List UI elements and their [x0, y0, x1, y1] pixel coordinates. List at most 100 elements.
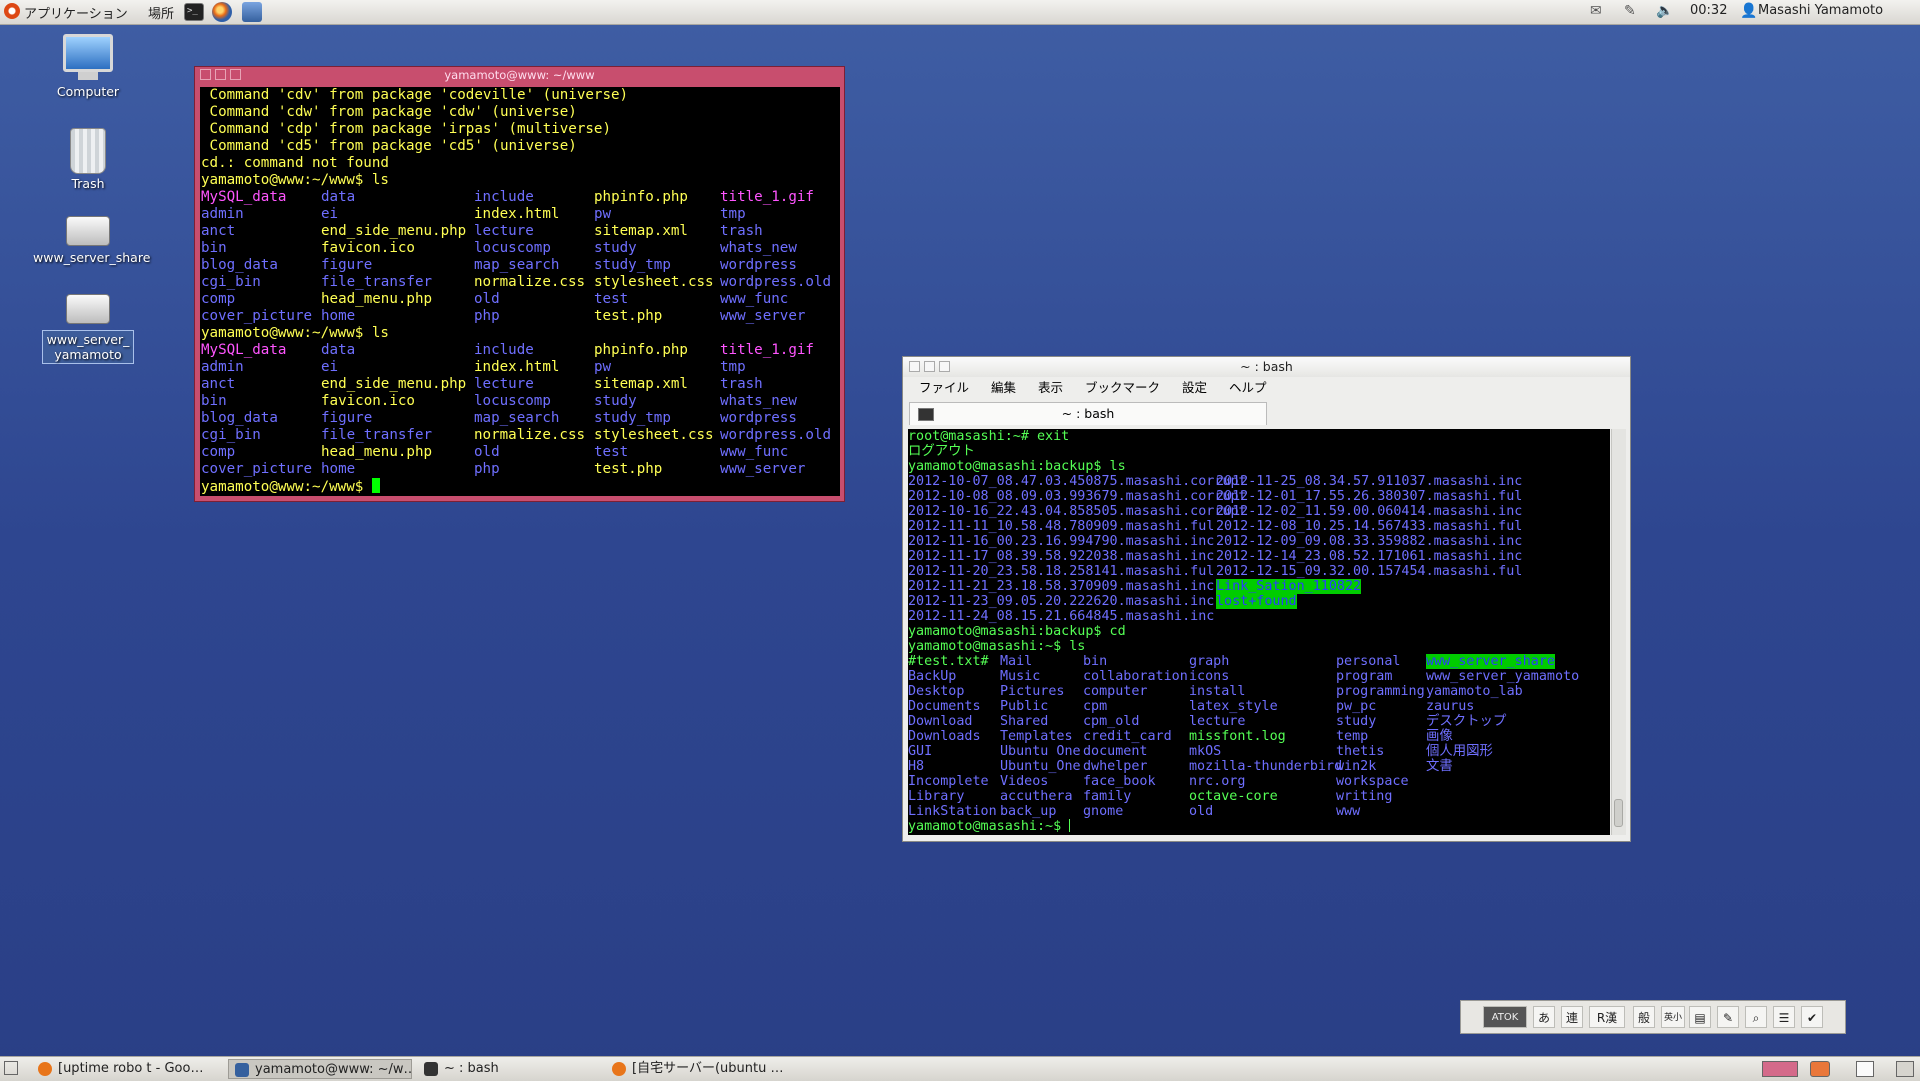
- maximize-icon[interactable]: [939, 361, 950, 372]
- ubuntu-logo-icon[interactable]: [4, 3, 20, 19]
- atok-logo[interactable]: ATOK: [1483, 1006, 1527, 1028]
- ls-entry: 文書: [1426, 759, 1453, 774]
- atok-romaji-kanji-button[interactable]: R漢: [1589, 1006, 1625, 1028]
- ls-entry: zaurus: [1426, 699, 1475, 714]
- terminal-window-bash[interactable]: ~ : bash ファイル 編集 表示 ブックマーク 設定 ヘルプ ~ : ba…: [902, 356, 1631, 842]
- user-icon[interactable]: 👤: [1740, 3, 1757, 19]
- volume-icon[interactable]: 🔈: [1656, 3, 1673, 19]
- drive-icon: [66, 294, 110, 324]
- desktop-icon-label: Computer: [56, 84, 120, 99]
- ls-entry: accuthera: [1000, 789, 1073, 804]
- ls-entry: デスクトップ: [1426, 714, 1507, 729]
- ls-entry: test: [594, 444, 629, 460]
- menu-view[interactable]: 表示: [1038, 380, 1063, 395]
- clock[interactable]: 00:32: [1690, 3, 1727, 18]
- atok-search-icon[interactable]: ⌕: [1745, 1006, 1767, 1028]
- atok-renbunsetsu-button[interactable]: 連: [1561, 1006, 1583, 1028]
- ls-entry: 2012-11-24_08.15.21.664845.masashi.inc: [908, 609, 1215, 624]
- atok-hiragana-button[interactable]: あ: [1533, 1006, 1555, 1028]
- terminal-line: cd.: command not found: [201, 155, 389, 171]
- ls-entry: pw: [594, 359, 612, 375]
- ls-entry: tmp: [720, 359, 746, 375]
- menu-file[interactable]: ファイル: [919, 380, 969, 395]
- menu-settings[interactable]: 設定: [1182, 380, 1207, 395]
- ls-output-row: comp head_menu.php old test www_func: [201, 291, 840, 308]
- terminal-launcher-icon[interactable]: [184, 3, 204, 21]
- ls-entry: back_up: [1000, 804, 1057, 819]
- atok-check-icon[interactable]: ✔: [1801, 1006, 1823, 1028]
- ls-entry: index.html: [474, 206, 560, 222]
- firefox-launcher-icon[interactable]: [212, 2, 232, 22]
- terminal-line: Command 'cdw' from package 'cdw' (univer…: [201, 104, 577, 120]
- workspace-icon[interactable]: [1856, 1061, 1874, 1077]
- terminal-window-www[interactable]: yamamoto@www: ~/www Command 'cdv' from p…: [194, 66, 845, 502]
- ls-entry: 2012-12-09_09.08.33.359882.masashi.inc: [1216, 534, 1523, 549]
- atok-menu-icon[interactable]: ☰: [1773, 1006, 1795, 1028]
- desktop-icon-trash[interactable]: Trash: [33, 128, 143, 191]
- window-titlebar[interactable]: yamamoto@www: ~/www: [195, 67, 844, 84]
- menu-help[interactable]: ヘルプ: [1229, 380, 1267, 395]
- atok-edit-icon[interactable]: ✎: [1717, 1006, 1739, 1028]
- menu-edit[interactable]: 編集: [991, 380, 1016, 395]
- ls-entry: 2012-11-20_23.58.18.258141.masashi.ful: [908, 564, 1215, 579]
- scrollbar-thumb[interactable]: [1614, 799, 1623, 827]
- ls-entry: whats_new: [720, 393, 797, 409]
- taskbar-label: ~ : bash: [444, 1061, 499, 1076]
- desktop-icon-computer[interactable]: Computer: [33, 34, 143, 99]
- ls-entry: Documents: [908, 699, 981, 714]
- ls-entry: wordpress: [720, 410, 797, 426]
- atok-dictionary-icon[interactable]: ▤: [1689, 1006, 1711, 1028]
- ls-output-row: MySQL_data data include phpinfo.php title_1.…: [201, 189, 840, 206]
- firefox-tray-icon[interactable]: [1810, 1061, 1830, 1077]
- label-line-1: www_server_: [46, 332, 130, 347]
- network-launcher-icon[interactable]: [242, 2, 262, 22]
- terminal-output[interactable]: root@masashi:~# exit ログアウト yamamoto@masash…: [908, 429, 1610, 835]
- label-line-2: yamamoto: [54, 347, 122, 362]
- atok-general-button[interactable]: 般: [1633, 1006, 1655, 1028]
- ls-entry: www_server_share: [1426, 654, 1555, 669]
- menu-bookmarks[interactable]: ブックマーク: [1085, 380, 1160, 395]
- terminal-output[interactable]: Command 'cdv' from package 'codeville' (…: [200, 87, 840, 496]
- menu-bar: ファイル 編集 表示 ブックマーク 設定 ヘルプ: [903, 377, 1630, 399]
- ls-entry: lecture: [1189, 714, 1246, 729]
- chat-icon[interactable]: ✎: [1624, 3, 1636, 19]
- ls-entry: 2012-12-14_23.08.52.171061.masashi.inc: [1216, 549, 1523, 564]
- atok-eisho-button[interactable]: 英小: [1661, 1006, 1686, 1028]
- ls-output-row: blog_data figure map_search study_tmp wordpr…: [201, 410, 840, 427]
- taskbar-label: [自宅サーバー(ubuntu …: [632, 1061, 784, 1076]
- ls-entry: www: [1336, 804, 1361, 819]
- ls-entry: favicon.ico: [321, 240, 415, 256]
- minimize-icon[interactable]: [924, 361, 935, 372]
- user-name[interactable]: Masashi Yamamoto: [1758, 3, 1883, 18]
- tab-bar: ~ : bash: [903, 399, 1630, 427]
- ls-output-row: H8 Ubuntu_One dwhelper mozilla-thunderbird w…: [908, 759, 1610, 774]
- ls-output-row: 2012-11-21_23.18.58.370909.masashi.inc Li…: [908, 579, 1610, 594]
- taskbar-item-firefox-2[interactable]: [自宅サーバー(ubuntu …: [606, 1059, 796, 1079]
- close-icon[interactable]: [909, 361, 920, 372]
- applications-menu[interactable]: アプリケーション: [24, 3, 128, 22]
- close-icon[interactable]: [200, 69, 211, 80]
- tab-bash[interactable]: ~ : bash: [909, 402, 1267, 425]
- taskbar-item-bash[interactable]: ~ : bash: [418, 1059, 598, 1079]
- scrollbar[interactable]: [1611, 429, 1626, 835]
- desktop-icon-www-server-yamamoto[interactable]: www_server_ yamamoto: [33, 294, 143, 364]
- ls-entry: stylesheet.css: [594, 427, 714, 443]
- taskbar-item-firefox-1[interactable]: [uptime robo t - Goo…: [32, 1059, 222, 1079]
- show-desktop-icon[interactable]: [4, 1061, 18, 1075]
- places-menu[interactable]: 場所: [148, 3, 174, 22]
- ls-entry: wordpress.old: [720, 427, 832, 443]
- ls-entry: 2012-12-08_10.25.14.567433.masashi.ful: [1216, 519, 1523, 534]
- trash-applet-icon[interactable]: [1896, 1061, 1914, 1077]
- ls-entry: normalize.css: [474, 427, 586, 443]
- ls-entry: 2012-11-17_08.39.58.922038.masashi.inc: [908, 549, 1215, 564]
- window-titlebar[interactable]: ~ : bash: [903, 357, 1630, 377]
- workspace-switcher[interactable]: [1762, 1061, 1798, 1077]
- ls-entry: study_tmp: [594, 257, 671, 273]
- ls-entry: index.html: [474, 359, 560, 375]
- mail-icon[interactable]: ✉: [1590, 3, 1602, 19]
- ls-output-row: 2012-11-24_08.15.21.664845.masashi.inc: [908, 609, 1610, 624]
- minimize-icon[interactable]: [215, 69, 226, 80]
- desktop-icon-www-server-share[interactable]: www_server_share: [33, 216, 150, 265]
- maximize-icon[interactable]: [230, 69, 241, 80]
- taskbar-item-terminal-www[interactable]: yamamoto@www: ~/w…: [228, 1059, 412, 1079]
